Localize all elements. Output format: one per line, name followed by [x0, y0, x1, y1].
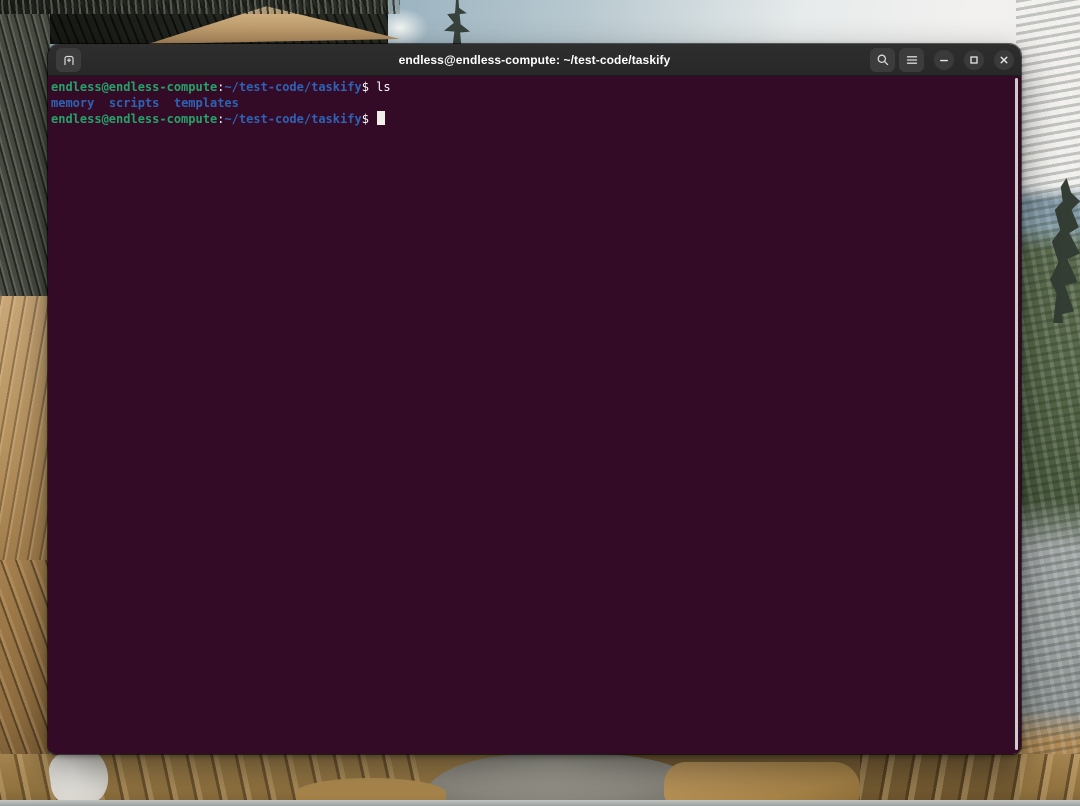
terminal-text-segment: $ — [362, 80, 376, 94]
maximize-button[interactable] — [964, 50, 984, 70]
terminal-text-segment: memory — [51, 96, 94, 110]
wallpaper-bottom-edge-bar — [0, 800, 1080, 806]
wallpaper-right-landscape — [1016, 0, 1080, 806]
terminal-text-segment: endless@endless-compute — [51, 112, 217, 126]
titlebar[interactable]: endless@endless-compute: ~/test-code/tas… — [48, 44, 1021, 76]
wallpaper-stone-large — [664, 762, 860, 804]
minimize-button[interactable] — [934, 50, 954, 70]
minimize-icon — [937, 53, 951, 67]
terminal-line: memory scripts templates — [51, 95, 1011, 111]
close-icon — [997, 53, 1011, 67]
terminal-output: endless@endless-compute:~/test-code/task… — [51, 79, 1011, 127]
search-button[interactable] — [870, 48, 895, 72]
terminal-line: endless@endless-compute:~/test-code/task… — [51, 79, 1011, 95]
wallpaper-left-twigs — [0, 14, 50, 304]
wallpaper-bottom-planks-right — [860, 754, 1080, 806]
terminal-text-segment: templates — [174, 96, 239, 110]
terminal-text-segment: endless@endless-compute — [51, 80, 217, 94]
terminal-screen[interactable]: endless@endless-compute:~/test-code/task… — [48, 76, 1021, 754]
wallpaper-twig-band — [0, 0, 400, 14]
terminal-text-segment — [94, 96, 108, 110]
terminal-window: endless@endless-compute: ~/test-code/tas… — [48, 44, 1021, 754]
desktop: endless@endless-compute: ~/test-code/tas… — [0, 0, 1080, 806]
menu-button[interactable] — [899, 48, 924, 72]
hamburger-menu-icon — [904, 52, 920, 68]
terminal-text-segment — [159, 96, 173, 110]
new-tab-button[interactable] — [56, 48, 81, 72]
titlebar-controls — [870, 48, 1014, 72]
wallpaper-left-shingles — [0, 296, 50, 566]
terminal-text-segment: ls — [376, 80, 390, 94]
search-icon — [875, 52, 891, 68]
new-tab-icon — [61, 52, 77, 68]
terminal-cursor — [377, 111, 385, 125]
terminal-text-segment: ~/test-code/taskify — [224, 112, 361, 126]
terminal-text-segment: ~/test-code/taskify — [224, 80, 361, 94]
terminal-text-segment: $ — [362, 112, 376, 126]
close-button[interactable] — [994, 50, 1014, 70]
maximize-icon — [967, 53, 981, 67]
terminal-line: endless@endless-compute:~/test-code/task… — [51, 111, 1011, 127]
terminal-scrollbar[interactable] — [1015, 78, 1018, 750]
terminal-text-segment: scripts — [109, 96, 160, 110]
